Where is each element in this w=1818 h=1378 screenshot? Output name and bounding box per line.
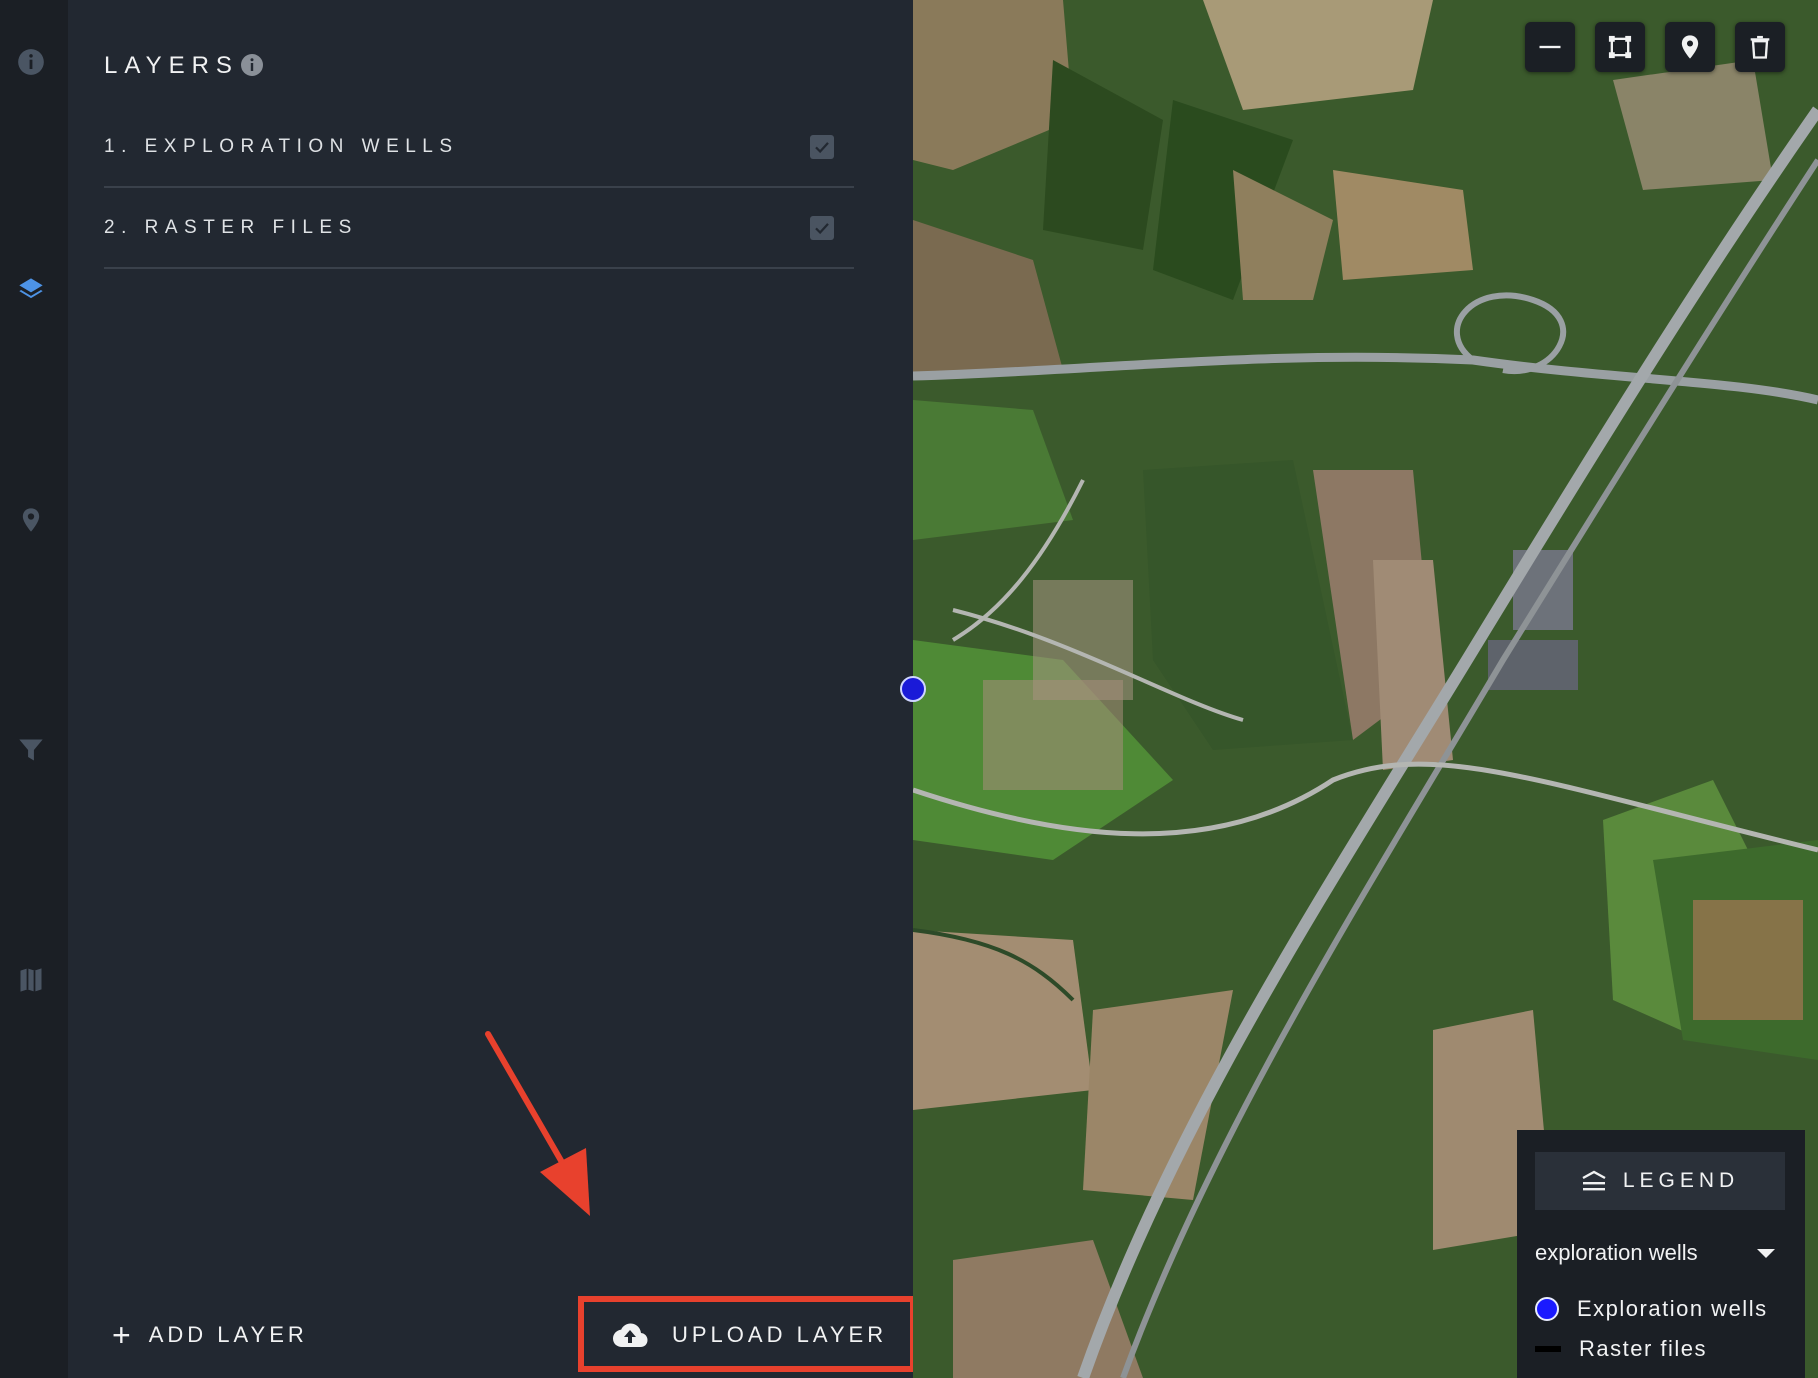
legend-item-label: Exploration wells xyxy=(1577,1296,1768,1321)
plus-icon: + xyxy=(112,1317,135,1353)
map-icon[interactable] xyxy=(16,965,46,995)
layer-label: 2. RASTER FILES xyxy=(104,217,358,238)
circle-symbol-icon xyxy=(1535,1297,1559,1321)
trash-icon xyxy=(1750,35,1770,59)
checkmark-icon xyxy=(815,142,829,154)
layer-visibility-checkbox[interactable] xyxy=(810,216,834,240)
annotation-arrow xyxy=(485,1031,590,1216)
cloud-upload-icon xyxy=(613,1323,648,1347)
polygon-tool-icon xyxy=(1608,35,1632,59)
draw-marker-tool[interactable] xyxy=(1665,22,1715,72)
upload-layer-button[interactable]: UPLOAD LAYER xyxy=(612,1322,887,1348)
line-tool-icon xyxy=(1539,45,1561,49)
add-layer-label: ADD LAYER xyxy=(148,1322,308,1347)
legend-button-label: LEGEND xyxy=(1622,1169,1740,1192)
info-icon[interactable] xyxy=(16,47,46,77)
marker-tool-icon xyxy=(1681,35,1699,59)
line-symbol-icon xyxy=(1535,1346,1561,1352)
legend-toggle-button[interactable]: LEGEND xyxy=(1535,1152,1785,1210)
legend-layer-select[interactable]: exploration wells xyxy=(1535,1236,1785,1270)
checkmark-icon xyxy=(815,223,829,235)
legend-panel: LEGEND exploration wells Exploration wel… xyxy=(1517,1130,1805,1378)
legend-item-raster-files: Raster files xyxy=(1535,1336,1707,1362)
legend-icon xyxy=(1582,1170,1606,1191)
add-layer-button[interactable]: + ADD LAYER xyxy=(112,1317,308,1353)
filter-icon[interactable] xyxy=(16,735,46,765)
upload-layer-label: UPLOAD LAYER xyxy=(672,1322,888,1347)
legend-selected-layer: exploration wells xyxy=(1535,1240,1698,1265)
chevron-down-icon xyxy=(1757,1248,1775,1258)
layer-label: 1. EXPLORATION WELLS xyxy=(104,136,459,157)
location-pin-icon[interactable] xyxy=(16,505,46,535)
layer-row-exploration-wells[interactable]: 1. EXPLORATION WELLS xyxy=(104,108,854,188)
panel-title: LAYERS xyxy=(104,52,239,79)
layer-row-raster-files[interactable]: 2. RASTER FILES xyxy=(104,189,854,269)
legend-item-label: Raster files xyxy=(1579,1336,1708,1361)
layers-info-icon[interactable] xyxy=(240,53,264,77)
legend-item-exploration-wells: Exploration wells xyxy=(1535,1296,1768,1322)
exploration-well-marker[interactable] xyxy=(900,676,926,702)
delete-tool[interactable] xyxy=(1735,22,1785,72)
layer-visibility-checkbox[interactable] xyxy=(810,135,834,159)
draw-polygon-tool[interactable] xyxy=(1595,22,1645,72)
icon-rail xyxy=(0,0,68,1378)
layers-icon[interactable] xyxy=(16,275,46,305)
draw-line-tool[interactable] xyxy=(1525,22,1575,72)
